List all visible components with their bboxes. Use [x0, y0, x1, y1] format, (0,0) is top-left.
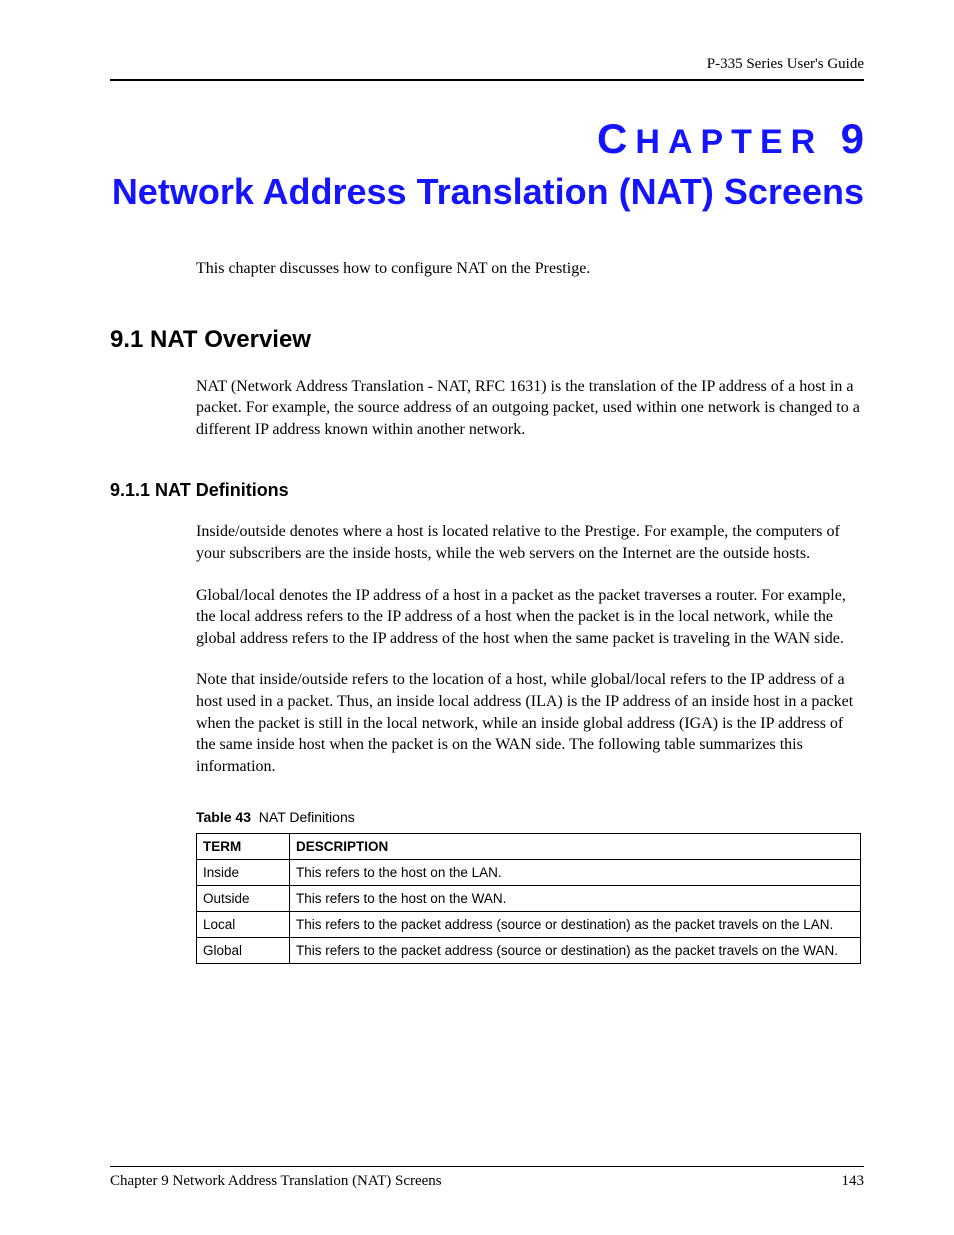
cell-desc: This refers to the packet address (sourc…	[290, 938, 861, 964]
cell-term: Inside	[197, 860, 290, 886]
table-row: Global This refers to the packet address…	[197, 938, 861, 964]
cell-term: Global	[197, 938, 290, 964]
spacer	[110, 964, 864, 1166]
paragraph: Global/local denotes the IP address of a…	[196, 585, 864, 650]
chapter-label-c: C	[597, 115, 635, 162]
section-heading-9-1-1: 9.1.1 NAT Definitions	[110, 480, 864, 501]
nat-definitions-table: TERM DESCRIPTION Inside This refers to t…	[196, 833, 861, 964]
page-footer: Chapter 9 Network Address Translation (N…	[110, 1173, 864, 1190]
paragraph: Note that inside/outside refers to the l…	[196, 669, 864, 777]
page: P-335 Series User's Guide CHAPTER 9 Netw…	[0, 0, 954, 1235]
table-caption: Table 43 NAT Definitions	[196, 809, 864, 825]
col-header-description: DESCRIPTION	[290, 834, 861, 860]
paragraph: NAT (Network Address Translation - NAT, …	[196, 376, 864, 441]
paragraph: Inside/outside denotes where a host is l…	[196, 521, 864, 564]
table-header-row: TERM DESCRIPTION	[197, 834, 861, 860]
chapter-label-rest: HAPTER	[635, 123, 823, 161]
footer-rule	[110, 1166, 864, 1167]
chapter-label: CHAPTER 9	[110, 115, 864, 163]
table-row: Inside This refers to the host on the LA…	[197, 860, 861, 886]
running-head: P-335 Series User's Guide	[110, 56, 864, 79]
cell-desc: This refers to the packet address (sourc…	[290, 912, 861, 938]
cell-term: Local	[197, 912, 290, 938]
table-row: Local This refers to the packet address …	[197, 912, 861, 938]
chapter-title: Network Address Translation (NAT) Screen…	[110, 169, 864, 214]
chapter-intro: This chapter discusses how to configure …	[196, 258, 864, 280]
col-header-term: TERM	[197, 834, 290, 860]
section-heading-9-1: 9.1 NAT Overview	[110, 326, 864, 354]
table-row: Outside This refers to the host on the W…	[197, 886, 861, 912]
header-rule	[110, 79, 864, 81]
cell-desc: This refers to the host on the WAN.	[290, 886, 861, 912]
cell-term: Outside	[197, 886, 290, 912]
chapter-number: 9	[841, 115, 864, 162]
table-caption-text: NAT Definitions	[259, 809, 355, 825]
table-caption-label: Table 43	[196, 809, 251, 825]
cell-desc: This refers to the host on the LAN.	[290, 860, 861, 886]
footer-left: Chapter 9 Network Address Translation (N…	[110, 1173, 442, 1190]
page-number: 143	[842, 1173, 865, 1190]
